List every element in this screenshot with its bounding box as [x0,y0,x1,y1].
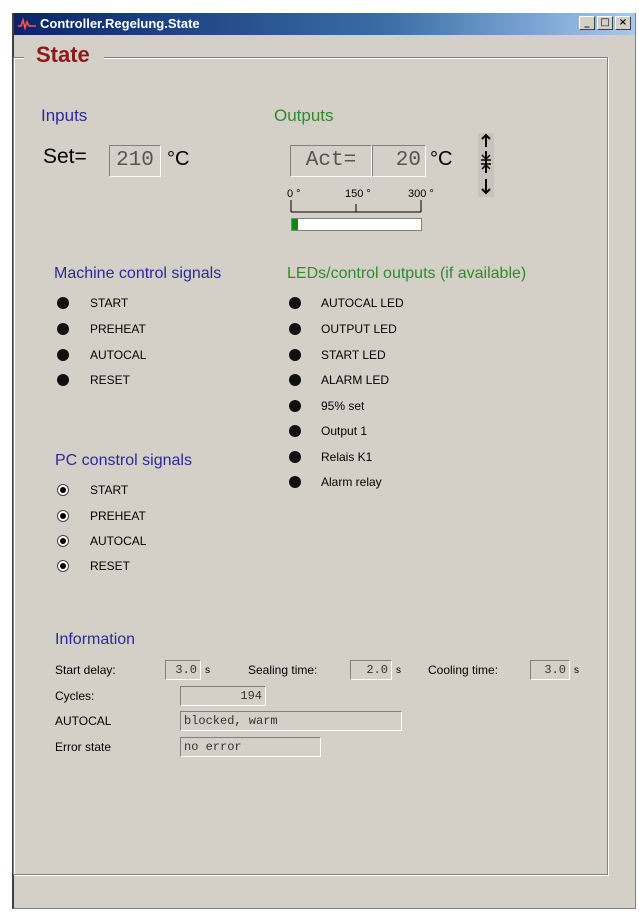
pc-autocal-radio[interactable] [57,535,69,547]
maximize-button[interactable]: □ [597,16,613,30]
start-delay-label: Start delay: [55,663,116,677]
sealing-time-field: 2.0 [350,660,392,680]
alarm-led-icon [289,374,301,386]
led-output-alarm-relay: Alarm relay [321,475,382,489]
window-title: Controller.Regelung.State [40,16,200,31]
output-1-led-icon [289,425,301,437]
scale-ticks [290,200,422,213]
error-state-field: no error [180,737,321,757]
minimize-button[interactable]: _ [579,16,595,30]
pc-reset-radio[interactable] [57,560,69,572]
led-output-output-1: Output 1 [321,424,368,438]
machine-signal-start: START [90,296,129,310]
set-unit: °C [167,148,190,170]
sealing-time-label: Sealing time: [248,663,318,677]
scale-label-300: 300 ° [408,188,434,200]
cycles-label: Cycles: [55,689,95,703]
machine-signal-reset: RESET [90,373,131,387]
led-outputs-heading: LEDs/control outputs (if available) [287,265,527,282]
led-output-autocal: AUTOCAL LED [321,296,404,310]
pc-preheat-radio[interactable] [57,510,69,522]
alarm-relay-led-icon [289,476,301,488]
temperature-progress-fill [292,219,299,230]
inputs-heading: Inputs [41,106,88,125]
preheat-indicator-icon [57,323,69,335]
group-title: State [24,40,104,70]
close-button[interactable]: × [615,16,631,30]
led-output-relais-k1: Relais K1 [321,450,373,464]
pc-signal-start[interactable]: START [90,483,128,497]
scale-adjust-arrows[interactable] [478,133,494,197]
reset-indicator-icon [57,374,69,386]
cooling-time-unit: s [574,665,579,676]
scale-label-150: 150 ° [345,188,371,200]
act-unit: °C [430,148,453,170]
act-label: Act= [290,145,372,177]
error-state-label: Error state [55,740,112,754]
autocal-led-icon [289,297,301,309]
start-indicator-icon [57,297,69,309]
autocal-field: blocked, warm [180,711,402,731]
led-output-output: OUTPUT LED [321,322,397,336]
machine-signal-autocal: AUTOCAL [90,348,147,362]
led-output-95-set: 95% set [321,399,365,413]
act-value-field: 20 [372,145,426,177]
output-led-icon [289,323,301,335]
information-heading: Information [55,631,136,648]
start-delay-unit: s [205,665,210,676]
arrows-updown-icon [481,133,491,195]
cycles-field: 194 [180,686,266,706]
cooling-time-label: Cooling time: [428,663,499,677]
start-delay-field: 3.0 [165,660,201,680]
pc-signal-reset[interactable]: RESET [90,559,130,573]
set-value-field[interactable]: 210 [109,145,161,177]
led-output-start: START LED [321,348,386,362]
machine-signal-preheat: PREHEAT [90,322,146,336]
machine-signals-heading: Machine control signals [54,265,222,282]
start-led-icon [289,349,301,361]
autocal-label: AUTOCAL [55,714,112,728]
pc-start-radio[interactable] [57,484,69,496]
pc-signal-preheat[interactable]: PREHEAT [90,509,146,523]
95-set-led-icon [289,400,301,412]
pc-signal-autocal[interactable]: AUTOCAL [90,534,146,548]
pc-signals-heading: PC constrol signals [55,452,192,469]
title-bar[interactable]: Controller.Regelung.State _ □ × [14,13,635,35]
relais-k1-led-icon [289,451,301,463]
signal-wave-icon [18,17,36,31]
temperature-progress-bar [291,218,422,231]
sealing-time-unit: s [396,665,401,676]
cooling-time-field: 3.0 [530,660,570,680]
led-output-alarm: ALARM LED [321,373,390,387]
autocal-indicator-icon [57,349,69,361]
outputs-heading: Outputs [274,106,334,125]
scale-label-0: 0 ° [287,188,301,200]
set-label: Set= [43,145,87,168]
